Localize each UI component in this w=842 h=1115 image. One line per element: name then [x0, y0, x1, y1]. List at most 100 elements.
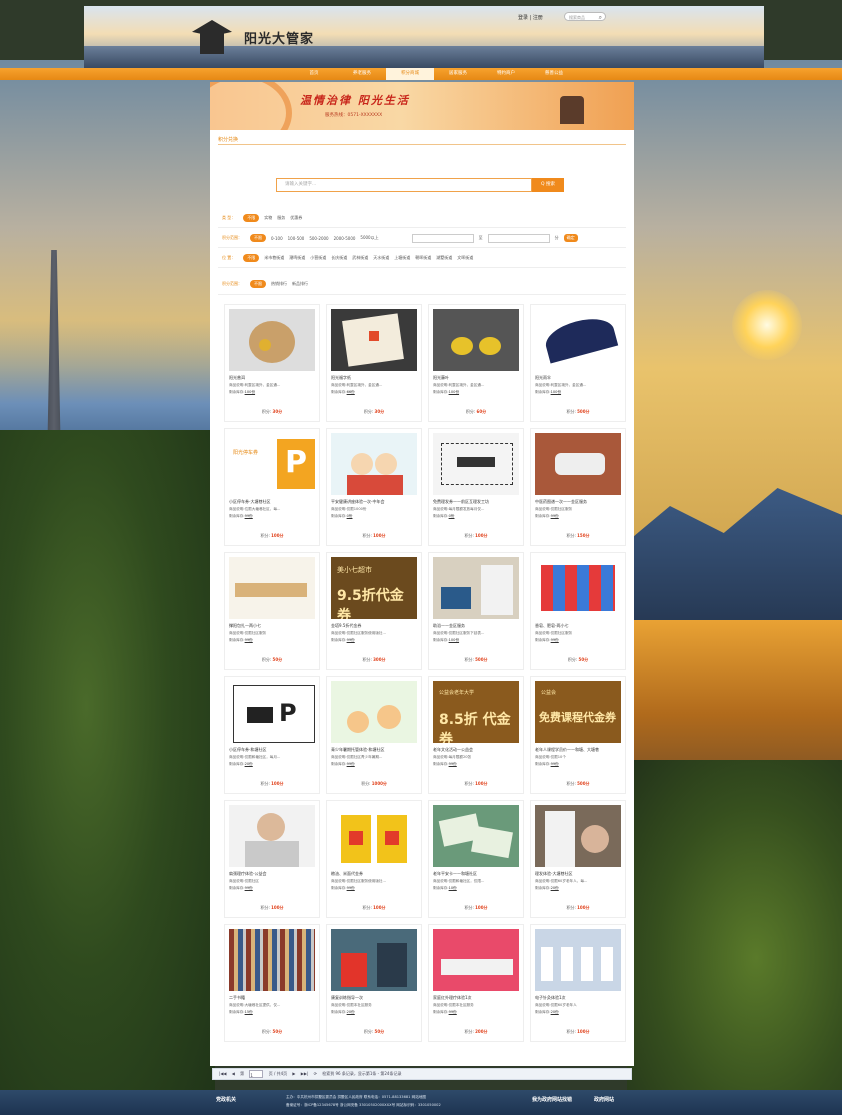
filter-option[interactable]: 米市巷街道: [264, 255, 284, 261]
product-image[interactable]: [229, 309, 315, 371]
product-card[interactable]: 公益会 免费课程代金券 老年人课程学员价——和塘、大塘巷 商品说明:仅限10个 剩余库存…: [530, 676, 626, 794]
product-name[interactable]: 撑阳包扎—两小七: [229, 623, 317, 629]
product-image[interactable]: [331, 433, 417, 495]
nav-charity[interactable]: 慈善公益: [530, 68, 578, 80]
filter-option[interactable]: 100-500: [288, 236, 305, 241]
product-card[interactable]: 公益会老年大学 8.5折 代金券 老年文化活动—公益会 商品说明:每月限额20张 剩余库…: [428, 676, 524, 794]
product-card[interactable]: 二手书籍 商品说明:大塘巷社区提供，仅... 剩余库存:15份 积分: 50分: [224, 924, 320, 1042]
product-image[interactable]: P: [229, 681, 315, 743]
nav-home-service[interactable]: 居家服务: [434, 68, 482, 80]
product-card[interactable]: 阳光普洱 商品说明:利整区境外，金区通... 剩余库存:100份 积分: 30分: [224, 304, 320, 422]
nav-home[interactable]: 首页: [290, 68, 338, 80]
filter-option[interactable]: 不限: [250, 280, 266, 288]
filter-option[interactable]: 优惠券: [290, 215, 302, 221]
product-name[interactable]: 老年人课程学员价——和塘、大塘巷: [535, 747, 623, 753]
product-card[interactable]: P 小区停车券-和塘社区 商品说明:仅限和塘社区，每月... 剩余库存:20份 积分: …: [224, 676, 320, 794]
filter-option[interactable]: 不限: [250, 234, 266, 242]
filter-option[interactable]: 武林街道: [352, 255, 368, 261]
product-card[interactable]: P 阳光停车券 小区停车券-大塘巷社区 商品说明:位限大塘巷社区，每... 剩余库存:9…: [224, 428, 320, 546]
product-name[interactable]: 助浴——金区服务: [433, 623, 521, 629]
product-card[interactable]: 香皂、肥皂-两小七 商品说明:仅限社区服务 剩余库存:99份 积分: 50分: [530, 552, 626, 670]
page-number-input[interactable]: 1: [249, 1070, 264, 1078]
filter-option[interactable]: 潮鸣街道: [289, 255, 305, 261]
product-name[interactable]: 康复训练指导一次: [331, 995, 419, 1001]
product-name[interactable]: 老年平安卡——和塘社区: [433, 871, 521, 877]
product-image[interactable]: 公益会老年大学 8.5折 代金券: [433, 681, 519, 743]
product-card[interactable]: 免费理发券——前区互理发工坊 商品说明:每月限额发放每月仅... 剩余库存:0份 积分…: [428, 428, 524, 546]
product-image[interactable]: [229, 805, 315, 867]
filter-option[interactable]: 朝晖街道: [415, 255, 431, 261]
product-image[interactable]: [331, 929, 417, 991]
product-card[interactable]: 撑阳包扎—两小七 商品说明:仅限社区服务 剩余库存:99份 积分: 50分: [224, 552, 320, 670]
product-name[interactable]: 免费理发券——前区互理发工坊: [433, 499, 521, 505]
product-card[interactable]: 助浴——金区服务 商品说明:仅限社区服务下延表... 剩余库存:100份 积分: 50…: [428, 552, 524, 670]
points-max-input[interactable]: [487, 233, 550, 243]
search-icon[interactable]: ⌕: [599, 13, 602, 22]
filter-option[interactable]: 2000-5000: [334, 236, 356, 241]
product-name[interactable]: 金塔9.5折代金券: [331, 623, 419, 629]
product-card[interactable]: 阳光福字纸 商品说明:利整区境外，金区通... 剩余库存:66份 积分: 30分: [326, 304, 422, 422]
product-card[interactable]: 康复训练指导一次 商品说明:仅限本社区服务 剩余库存:20份 积分: 50分: [326, 924, 422, 1042]
filter-option[interactable]: 上塘街道: [394, 255, 410, 261]
site-logo[interactable]: 阳光大管家: [244, 28, 314, 47]
product-name[interactable]: 家庭红外理疗体验1次: [433, 995, 521, 1001]
refresh-icon[interactable]: ⟳: [314, 1069, 317, 1079]
filter-option[interactable]: 5000以上: [360, 235, 378, 241]
product-card[interactable]: 平安健康讲座体验一次-中年会 商品说明:仅限1000份 剩余库存:0份 积分: 100…: [326, 428, 422, 546]
product-image[interactable]: 公益会 免费课程代金券: [535, 681, 621, 743]
product-name[interactable]: 阳光藤叶: [433, 375, 521, 381]
product-name[interactable]: 阳光雨伞: [535, 375, 623, 381]
product-name[interactable]: 老年文化活动—公益会: [433, 747, 521, 753]
product-card[interactable]: 老年平安卡——和塘社区 商品说明:仅限和塘社区，仅限... 剩余库存:10份 积分: …: [428, 800, 524, 918]
product-image[interactable]: P 阳光停车券: [229, 433, 315, 495]
product-name[interactable]: 肩颈理疗体验-公益会: [229, 871, 317, 877]
filter-option[interactable]: 热销排行: [271, 281, 287, 287]
product-image[interactable]: [535, 309, 621, 371]
product-card[interactable]: 阳光雨伞 商品说明:利整区境外，金区通... 剩余库存:100份 积分: 500分: [530, 304, 626, 422]
product-image[interactable]: [433, 557, 519, 619]
product-card[interactable]: 粮油、米面代金券 商品说明:仅限社区服务使用版社... 剩余库存:99份 积分: 10…: [326, 800, 422, 918]
product-image[interactable]: [433, 309, 519, 371]
product-name[interactable]: 阳光福字纸: [331, 375, 419, 381]
product-image[interactable]: [535, 557, 621, 619]
product-image[interactable]: [535, 805, 621, 867]
product-name[interactable]: 粮油、米面代金券: [331, 871, 419, 877]
product-image[interactable]: [433, 433, 519, 495]
filter-option[interactable]: 文晖街道: [457, 255, 473, 261]
filter-option[interactable]: 天水街道: [373, 255, 389, 261]
product-card[interactable]: 理发体验-大塘巷社区 商品说明:仅限60岁老年人，每... 剩余库存:20份 积分: …: [530, 800, 626, 918]
product-image[interactable]: [229, 929, 315, 991]
points-min-input[interactable]: [411, 233, 474, 243]
report-error-badge[interactable]: 我为政府网站找错: [532, 1096, 572, 1103]
filter-option[interactable]: 新品排行: [292, 281, 308, 287]
filter-option[interactable]: 0-100: [271, 236, 283, 241]
filter-option[interactable]: 不限: [243, 254, 260, 262]
product-image[interactable]: [229, 557, 315, 619]
product-image[interactable]: [331, 309, 417, 371]
next-page-button[interactable]: ▶: [292, 1069, 295, 1079]
header-search-input[interactable]: 搜索商品 ⌕: [564, 12, 606, 21]
product-image[interactable]: [331, 805, 417, 867]
product-card[interactable]: 青少年暑期托管体验-和塘社区 商品说明:仅限社区青少年暑期... 剩余库存:99份积…: [326, 676, 422, 794]
filter-option[interactable]: 小营街道: [310, 255, 326, 261]
product-image[interactable]: 美小七超市 9.5折代金券: [331, 557, 417, 619]
filter-option[interactable]: 服务: [277, 215, 285, 221]
filter-option[interactable]: 实物: [264, 215, 272, 221]
product-name[interactable]: 二手书籍: [229, 995, 317, 1001]
gov-site-badge[interactable]: 政府网站: [594, 1096, 614, 1103]
login-register-links[interactable]: 登录 | 注册: [518, 14, 543, 21]
gov-badge[interactable]: 党政机关: [216, 1096, 236, 1103]
points-confirm-button[interactable]: 确定: [563, 234, 578, 242]
product-card[interactable]: 肩颈理疗体验-公益会 商品说明:仅限社区 剩余库存:99份 积分: 100分: [224, 800, 320, 918]
prev-page-button[interactable]: ◀: [232, 1069, 235, 1079]
product-image[interactable]: [331, 681, 417, 743]
product-card[interactable]: 电子针灸体验1次 商品说明:仅限60岁老年人 剩余库存:20份 积分: 100分: [530, 924, 626, 1042]
filter-option[interactable]: 长庆街道: [331, 255, 347, 261]
product-name[interactable]: 小区停车券-和塘社区: [229, 747, 317, 753]
product-card[interactable]: 美小七超市 9.5折代金券 金塔9.5折代金券 商品说明:仅限社区服务使用版社... 剩…: [326, 552, 422, 670]
product-image[interactable]: [433, 805, 519, 867]
last-page-button[interactable]: ▶▶|: [301, 1069, 309, 1079]
product-name[interactable]: 中医药图谱一次——金区服务: [535, 499, 623, 505]
product-name[interactable]: 平安健康讲座体验一次-中年会: [331, 499, 419, 505]
product-name[interactable]: 理发体验-大塘巷社区: [535, 871, 623, 877]
